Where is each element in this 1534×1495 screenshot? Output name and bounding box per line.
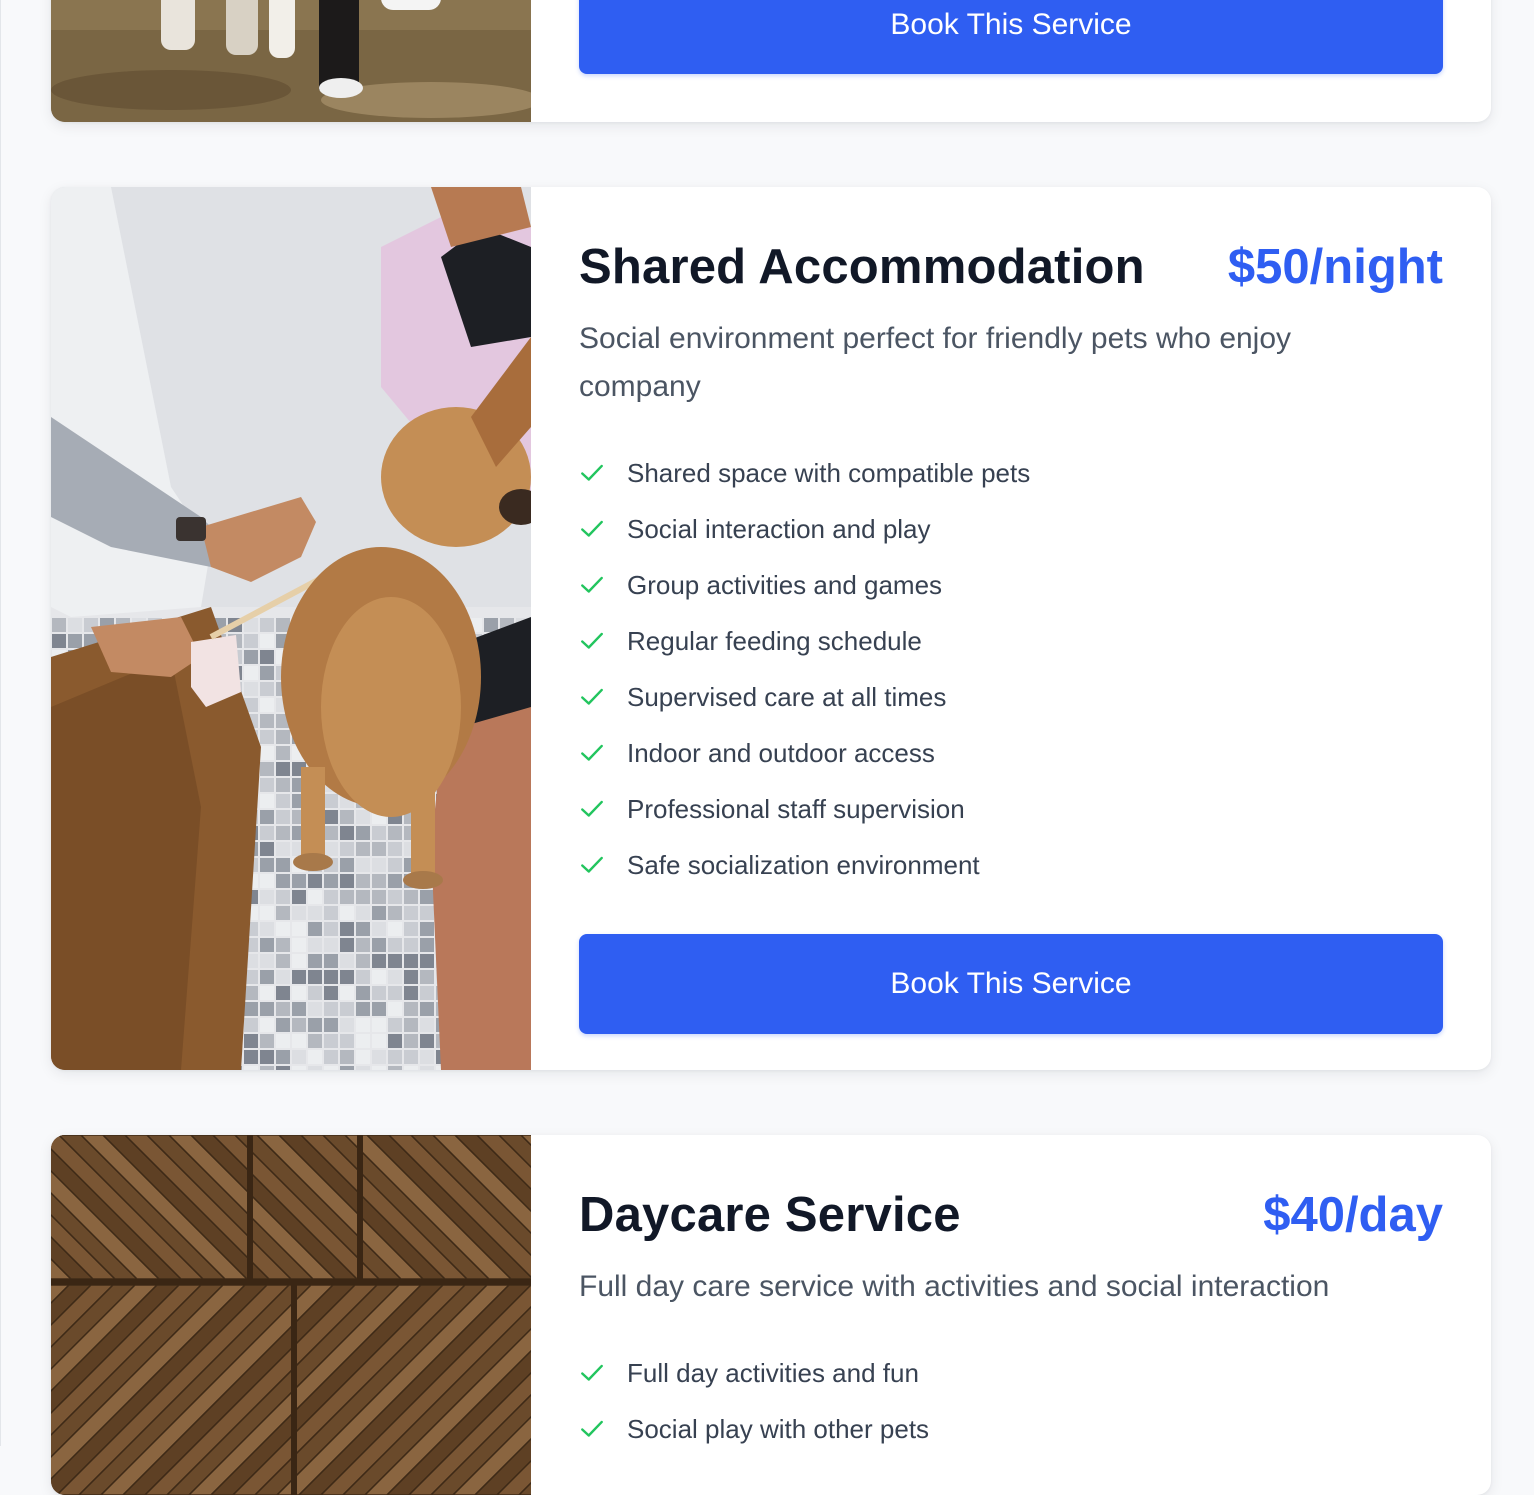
feature-label: Safe socialization environment bbox=[627, 849, 980, 880]
feature-list: Full day activities and fun Social play … bbox=[579, 1345, 1443, 1457]
check-icon bbox=[581, 1364, 603, 1381]
feature-item: Safe socialization environment bbox=[579, 837, 1443, 893]
feature-label: Shared space with compatible pets bbox=[627, 457, 1031, 488]
check-icon bbox=[581, 856, 603, 873]
book-service-button[interactable]: Book This Service bbox=[579, 0, 1443, 74]
feature-item: Social play with other pets bbox=[579, 1401, 1443, 1457]
service-price: $50/night bbox=[1227, 240, 1443, 294]
feature-item: Shared space with compatible pets bbox=[579, 445, 1443, 501]
feature-label: Social interaction and play bbox=[627, 513, 931, 544]
check-icon bbox=[581, 632, 603, 649]
feature-item: Professional staff supervision bbox=[579, 781, 1443, 837]
service-description: Full day care service with activities an… bbox=[579, 1270, 1330, 1303]
service-content: Book This Service bbox=[531, 0, 1491, 122]
service-title: Shared Accommodation bbox=[579, 240, 1145, 294]
service-header: Daycare Service $40/day bbox=[579, 1187, 1443, 1243]
check-icon bbox=[581, 464, 603, 481]
check-icon bbox=[581, 800, 603, 817]
service-content: Shared Accommodation $50/night Social en… bbox=[531, 187, 1491, 1070]
feature-label: Full day activities and fun bbox=[627, 1357, 919, 1388]
service-photo-dog-on-leash bbox=[51, 187, 531, 1070]
check-icon bbox=[581, 520, 603, 537]
service-photo-dogs-on-grass bbox=[51, 0, 531, 122]
feature-label: Group activities and games bbox=[627, 569, 943, 600]
service-card: Book This Service bbox=[51, 0, 1491, 122]
book-service-button[interactable]: Book This Service bbox=[579, 934, 1443, 1034]
service-content: Daycare Service $40/day Full day care se… bbox=[531, 1135, 1491, 1495]
feature-item: Indoor and outdoor access bbox=[579, 725, 1443, 781]
service-header: Shared Accommodation $50/night bbox=[579, 239, 1443, 295]
feature-list: Shared space with compatible pets Social… bbox=[579, 445, 1443, 893]
service-description: Social environment perfect for friendly … bbox=[579, 322, 1292, 403]
feature-label: Professional staff supervision bbox=[627, 793, 965, 824]
check-icon bbox=[581, 744, 603, 761]
feature-item: Group activities and games bbox=[579, 557, 1443, 613]
service-price: $40/day bbox=[1263, 1188, 1443, 1242]
check-icon bbox=[581, 576, 603, 593]
service-photo-wood-floor bbox=[51, 1135, 531, 1495]
check-icon bbox=[581, 688, 603, 705]
feature-item: Full day activities and fun bbox=[579, 1345, 1443, 1401]
feature-item: Supervised care at all times bbox=[579, 669, 1443, 725]
service-card-shared-accommodation: Shared Accommodation $50/night Social en… bbox=[51, 187, 1491, 1070]
feature-item: Social interaction and play bbox=[579, 501, 1443, 557]
service-card-daycare: Daycare Service $40/day Full day care se… bbox=[51, 1135, 1491, 1495]
service-title: Daycare Service bbox=[579, 1188, 961, 1242]
feature-label: Regular feeding schedule bbox=[627, 625, 922, 656]
feature-label: Social play with other pets bbox=[627, 1413, 930, 1444]
check-icon bbox=[581, 1420, 603, 1437]
feature-label: Supervised care at all times bbox=[627, 681, 947, 712]
feature-label: Indoor and outdoor access bbox=[627, 737, 935, 768]
feature-item: Regular feeding schedule bbox=[579, 613, 1443, 669]
